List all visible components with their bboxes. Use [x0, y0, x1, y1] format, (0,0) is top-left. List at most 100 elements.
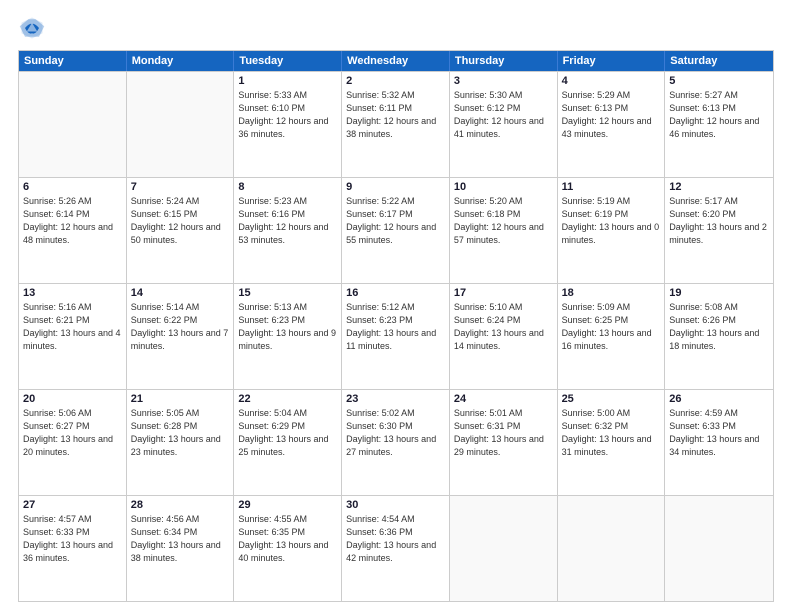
- day-info: Sunrise: 5:29 AMSunset: 6:13 PMDaylight:…: [562, 89, 661, 141]
- day-number: 10: [454, 181, 553, 193]
- calendar-cell: 25 Sunrise: 5:00 AMSunset: 6:32 PMDayligh…: [558, 390, 666, 495]
- day-number: 7: [131, 181, 230, 193]
- calendar-cell: 15 Sunrise: 5:13 AMSunset: 6:23 PMDayligh…: [234, 284, 342, 389]
- calendar-cell: 27Sunrise: 4:57 AMSunset: 6:33 PMDayligh…: [19, 496, 127, 601]
- calendar-week: 27Sunrise: 4:57 AMSunset: 6:33 PMDayligh…: [19, 495, 773, 601]
- header: [18, 14, 774, 42]
- calendar-cell: 23Sunrise: 5:02 AMSunset: 6:30 PMDayligh…: [342, 390, 450, 495]
- calendar-body: 1Sunrise: 5:33 AMSunset: 6:10 PMDaylight…: [19, 71, 773, 601]
- calendar-cell: 10 Sunrise: 5:20 AMSunset: 6:18 PMDayligh…: [450, 178, 558, 283]
- day-number: 26: [669, 393, 769, 405]
- day-info: Sunrise: 5:32 AMSunset: 6:11 PMDaylight:…: [346, 89, 445, 141]
- calendar-cell: 19 Sunrise: 5:08 AMSunset: 6:26 PMDayligh…: [665, 284, 773, 389]
- day-info: Sunrise: 5:10 AMSunset: 6:24 PMDaylight:…: [454, 301, 553, 353]
- calendar-cell: [558, 496, 666, 601]
- day-info: Sunrise: 4:57 AMSunset: 6:33 PMDaylight:…: [23, 513, 122, 565]
- calendar-cell: [450, 496, 558, 601]
- day-info: Sunrise: 5:26 AMSunset: 6:14 PMDaylight:…: [23, 195, 122, 247]
- day-info: Sunrise: 5:30 AMSunset: 6:12 PMDaylight:…: [454, 89, 553, 141]
- day-number: 21: [131, 393, 230, 405]
- calendar-header-cell: Thursday: [450, 51, 558, 71]
- day-info: Sunrise: 5:01 AMSunset: 6:31 PMDaylight:…: [454, 407, 553, 459]
- calendar-header-cell: Wednesday: [342, 51, 450, 71]
- calendar-cell: 22 Sunrise: 5:04 AMSunset: 6:29 PMDayligh…: [234, 390, 342, 495]
- calendar-cell: 26 Sunrise: 4:59 AMSunset: 6:33 PMDayligh…: [665, 390, 773, 495]
- calendar-week: 13Sunrise: 5:16 AMSunset: 6:21 PMDayligh…: [19, 283, 773, 389]
- day-number: 19: [669, 287, 769, 299]
- day-info: Sunrise: 5:05 AMSunset: 6:28 PMDaylight:…: [131, 407, 230, 459]
- calendar-cell: 8 Sunrise: 5:23 AMSunset: 6:16 PMDaylight…: [234, 178, 342, 283]
- calendar-cell: 12 Sunrise: 5:17 AMSunset: 6:20 PMDayligh…: [665, 178, 773, 283]
- calendar-header-row: SundayMondayTuesdayWednesdayThursdayFrid…: [19, 51, 773, 71]
- day-number: 28: [131, 499, 230, 511]
- day-info: Sunrise: 5:19 AMSunset: 6:19 PMDaylight:…: [562, 195, 661, 247]
- day-info: Sunrise: 5:08 AMSunset: 6:26 PMDaylight:…: [669, 301, 769, 353]
- calendar-cell: 24 Sunrise: 5:01 AMSunset: 6:31 PMDayligh…: [450, 390, 558, 495]
- day-number: 12: [669, 181, 769, 193]
- day-info: Sunrise: 5:17 AMSunset: 6:20 PMDaylight:…: [669, 195, 769, 247]
- day-number: 23: [346, 393, 445, 405]
- calendar-header-cell: Saturday: [665, 51, 773, 71]
- day-number: 16: [346, 287, 445, 299]
- day-number: 15: [238, 287, 337, 299]
- calendar-cell: [127, 72, 235, 177]
- calendar: SundayMondayTuesdayWednesdayThursdayFrid…: [18, 50, 774, 602]
- day-number: 14: [131, 287, 230, 299]
- calendar-cell: 2 Sunrise: 5:32 AMSunset: 6:11 PMDaylight…: [342, 72, 450, 177]
- day-info: Sunrise: 4:56 AMSunset: 6:34 PMDaylight:…: [131, 513, 230, 565]
- day-info: Sunrise: 5:13 AMSunset: 6:23 PMDaylight:…: [238, 301, 337, 353]
- day-number: 13: [23, 287, 122, 299]
- day-number: 30: [346, 499, 445, 511]
- day-number: 25: [562, 393, 661, 405]
- calendar-cell: 7 Sunrise: 5:24 AMSunset: 6:15 PMDaylight…: [127, 178, 235, 283]
- day-info: Sunrise: 5:24 AMSunset: 6:15 PMDaylight:…: [131, 195, 230, 247]
- day-number: 4: [562, 75, 661, 87]
- day-info: Sunrise: 4:59 AMSunset: 6:33 PMDaylight:…: [669, 407, 769, 459]
- day-info: Sunrise: 5:27 AMSunset: 6:13 PMDaylight:…: [669, 89, 769, 141]
- calendar-cell: 30Sunrise: 4:54 AMSunset: 6:36 PMDayligh…: [342, 496, 450, 601]
- day-info: Sunrise: 5:33 AMSunset: 6:10 PMDaylight:…: [238, 89, 337, 141]
- day-info: Sunrise: 5:09 AMSunset: 6:25 PMDaylight:…: [562, 301, 661, 353]
- calendar-cell: 20Sunrise: 5:06 AMSunset: 6:27 PMDayligh…: [19, 390, 127, 495]
- day-number: 17: [454, 287, 553, 299]
- calendar-cell: 1Sunrise: 5:33 AMSunset: 6:10 PMDaylight…: [234, 72, 342, 177]
- calendar-week: 6 Sunrise: 5:26 AMSunset: 6:14 PMDaylight…: [19, 177, 773, 283]
- calendar-cell: 28 Sunrise: 4:56 AMSunset: 6:34 PMDayligh…: [127, 496, 235, 601]
- calendar-week: 1Sunrise: 5:33 AMSunset: 6:10 PMDaylight…: [19, 71, 773, 177]
- calendar-header-cell: Friday: [558, 51, 666, 71]
- logo-icon: [18, 14, 46, 42]
- calendar-cell: 16Sunrise: 5:12 AMSunset: 6:23 PMDayligh…: [342, 284, 450, 389]
- day-number: 9: [346, 181, 445, 193]
- day-number: 29: [238, 499, 337, 511]
- day-info: Sunrise: 5:22 AMSunset: 6:17 PMDaylight:…: [346, 195, 445, 247]
- page: SundayMondayTuesdayWednesdayThursdayFrid…: [0, 0, 792, 612]
- day-number: 6: [23, 181, 122, 193]
- logo: [18, 14, 50, 42]
- calendar-header-cell: Sunday: [19, 51, 127, 71]
- day-number: 18: [562, 287, 661, 299]
- day-info: Sunrise: 5:00 AMSunset: 6:32 PMDaylight:…: [562, 407, 661, 459]
- day-info: Sunrise: 5:04 AMSunset: 6:29 PMDaylight:…: [238, 407, 337, 459]
- day-number: 11: [562, 181, 661, 193]
- day-number: 5: [669, 75, 769, 87]
- day-info: Sunrise: 5:20 AMSunset: 6:18 PMDaylight:…: [454, 195, 553, 247]
- day-number: 2: [346, 75, 445, 87]
- day-number: 24: [454, 393, 553, 405]
- day-info: Sunrise: 5:14 AMSunset: 6:22 PMDaylight:…: [131, 301, 230, 353]
- day-number: 22: [238, 393, 337, 405]
- calendar-cell: 17 Sunrise: 5:10 AMSunset: 6:24 PMDayligh…: [450, 284, 558, 389]
- calendar-cell: 3 Sunrise: 5:30 AMSunset: 6:12 PMDaylight…: [450, 72, 558, 177]
- calendar-header-cell: Monday: [127, 51, 235, 71]
- day-info: Sunrise: 4:55 AMSunset: 6:35 PMDaylight:…: [238, 513, 337, 565]
- day-number: 3: [454, 75, 553, 87]
- calendar-header-cell: Tuesday: [234, 51, 342, 71]
- day-number: 8: [238, 181, 337, 193]
- calendar-cell: 21 Sunrise: 5:05 AMSunset: 6:28 PMDayligh…: [127, 390, 235, 495]
- calendar-cell: 5 Sunrise: 5:27 AMSunset: 6:13 PMDaylight…: [665, 72, 773, 177]
- calendar-week: 20Sunrise: 5:06 AMSunset: 6:27 PMDayligh…: [19, 389, 773, 495]
- day-info: Sunrise: 5:23 AMSunset: 6:16 PMDaylight:…: [238, 195, 337, 247]
- calendar-cell: [665, 496, 773, 601]
- calendar-cell: 14 Sunrise: 5:14 AMSunset: 6:22 PMDayligh…: [127, 284, 235, 389]
- calendar-cell: [19, 72, 127, 177]
- day-info: Sunrise: 5:06 AMSunset: 6:27 PMDaylight:…: [23, 407, 122, 459]
